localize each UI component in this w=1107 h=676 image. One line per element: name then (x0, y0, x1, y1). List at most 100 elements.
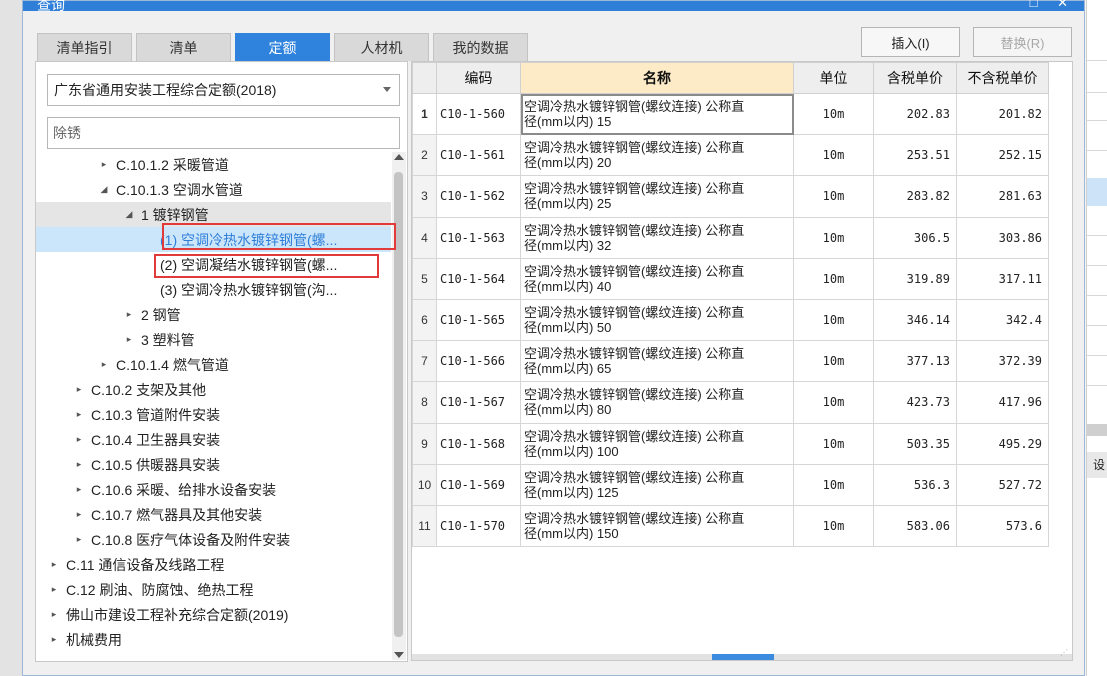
tree-item[interactable]: ▸ 佛山市建设工程补充综合定额(2019) (36, 602, 391, 627)
unit-cell[interactable]: 10m (793, 175, 874, 218)
notax-price-cell[interactable]: 417.96 (956, 381, 1049, 424)
row-index[interactable]: 10 (412, 463, 437, 506)
unit-cell[interactable]: 10m (793, 134, 874, 177)
name-cell[interactable]: 空调冷热水镀锌钢管(螺纹连接) 公称直 径(mm以内) 80 (520, 381, 794, 424)
tree-item[interactable]: ▸ C.10.7 燃气器具及其他安装 (36, 502, 391, 527)
name-cell[interactable]: 空调冷热水镀锌钢管(螺纹连接) 公称直 径(mm以内) 25 (520, 175, 794, 218)
collapse-arrow-icon[interactable]: ◢ (96, 184, 112, 195)
expand-arrow-icon[interactable]: ▸ (71, 409, 87, 420)
tax-price-cell[interactable]: 253.51 (873, 134, 957, 177)
expand-arrow-icon[interactable]: ▸ (121, 334, 137, 345)
row-index[interactable]: 5 (412, 257, 437, 300)
name-cell[interactable]: 空调冷热水镀锌钢管(螺纹连接) 公称直 径(mm以内) 40 (520, 257, 794, 300)
tax-price-cell[interactable]: 283.82 (873, 175, 957, 218)
table-row[interactable]: 4 C10-1-563 空调冷热水镀锌钢管(螺纹连接) 公称直 径(mm以内) 32 1… (412, 216, 1049, 259)
code-cell[interactable]: C10-1-560 (436, 92, 521, 136)
notax-price-cell[interactable]: 303.86 (956, 216, 1049, 259)
tree-item[interactable]: ▸ 机械费用 (36, 627, 391, 652)
expand-arrow-icon[interactable]: ▸ (71, 459, 87, 470)
tree-item[interactable]: ▸ C.12 刷油、防腐蚀、绝热工程 (36, 577, 391, 602)
tree-item[interactable]: ▸ C.10.2 支架及其他 (36, 377, 391, 402)
code-cell[interactable]: C10-1-563 (436, 216, 521, 259)
unit-cell[interactable]: 10m (793, 504, 874, 548)
table-row[interactable]: 3 C10-1-562 空调冷热水镀锌钢管(螺纹连接) 公称直 径(mm以内) 25 1… (412, 175, 1049, 218)
tax-price-cell[interactable]: 202.83 (873, 92, 957, 136)
tax-price-cell[interactable]: 319.89 (873, 257, 957, 300)
window-controls[interactable]: □ ✕ (1030, 0, 1076, 11)
unit-header[interactable]: 单位 (793, 62, 874, 94)
scroll-thumb[interactable] (394, 172, 403, 637)
unit-cell[interactable]: 10m (793, 92, 874, 136)
tree-item[interactable]: (1) 空调冷热水镀锌钢管(螺... (36, 227, 391, 252)
tax-price-cell[interactable]: 377.13 (873, 340, 957, 383)
name-cell[interactable]: 空调冷热水镀锌钢管(螺纹连接) 公称直 径(mm以内) 65 (520, 340, 794, 383)
notax-price-header[interactable]: 不含税单价 (956, 62, 1049, 94)
tax-price-cell[interactable]: 423.73 (873, 381, 957, 424)
tree-item[interactable]: ▸ C.10.1.2 采暖管道 (36, 152, 391, 177)
insert-button[interactable]: 插入(I) (861, 27, 960, 57)
code-cell[interactable]: C10-1-569 (436, 463, 521, 506)
tab-list-guide[interactable]: 清单指引 (37, 33, 132, 61)
name-cell[interactable]: 空调冷热水镀锌钢管(螺纹连接) 公称直 径(mm以内) 32 (520, 216, 794, 259)
expand-arrow-icon[interactable]: ▸ (71, 384, 87, 395)
code-header[interactable]: 编码 (436, 62, 521, 94)
horizontal-scrollbar[interactable] (412, 654, 1072, 660)
row-index[interactable]: 3 (412, 175, 437, 218)
row-index[interactable]: 8 (412, 381, 437, 424)
tax-price-cell[interactable]: 536.3 (873, 463, 957, 506)
tree-item[interactable]: ◢ 1 镀锌钢管 (36, 202, 391, 227)
row-index[interactable]: 7 (412, 340, 437, 383)
row-index[interactable]: 11 (412, 504, 437, 548)
expand-arrow-icon[interactable]: ▸ (46, 584, 62, 595)
tab-my-data[interactable]: 我的数据 (433, 33, 528, 61)
expand-arrow-icon[interactable]: ▸ (96, 159, 112, 170)
table-row[interactable]: 8 C10-1-567 空调冷热水镀锌钢管(螺纹连接) 公称直 径(mm以内) 80 1… (412, 381, 1049, 424)
unit-cell[interactable]: 10m (793, 340, 874, 383)
tax-price-cell[interactable]: 306.5 (873, 216, 957, 259)
notax-price-cell[interactable]: 201.82 (956, 92, 1049, 136)
unit-cell[interactable]: 10m (793, 257, 874, 300)
table-row[interactable]: 5 C10-1-564 空调冷热水镀锌钢管(螺纹连接) 公称直 径(mm以内) 40 1… (412, 257, 1049, 300)
name-cell[interactable]: 空调冷热水镀锌钢管(螺纹连接) 公称直 径(mm以内) 50 (520, 298, 794, 342)
unit-cell[interactable]: 10m (793, 422, 874, 465)
notax-price-cell[interactable]: 372.39 (956, 340, 1049, 383)
expand-arrow-icon[interactable]: ▸ (71, 509, 87, 520)
tree-item[interactable]: ▸ C.10.5 供暖器具安装 (36, 452, 391, 477)
table-row[interactable]: 2 C10-1-561 空调冷热水镀锌钢管(螺纹连接) 公称直 径(mm以内) 20 1… (412, 134, 1049, 177)
name-cell[interactable]: 空调冷热水镀锌钢管(螺纹连接) 公称直 径(mm以内) 100 (520, 422, 794, 465)
tax-price-header[interactable]: 含税单价 (873, 62, 957, 94)
unit-cell[interactable]: 10m (793, 463, 874, 506)
code-cell[interactable]: C10-1-566 (436, 340, 521, 383)
code-cell[interactable]: C10-1-568 (436, 422, 521, 465)
tab-bill[interactable]: 清单 (136, 33, 231, 61)
scroll-down-icon[interactable] (394, 652, 404, 658)
tax-price-cell[interactable]: 583.06 (873, 504, 957, 548)
expand-arrow-icon[interactable]: ▸ (71, 534, 87, 545)
collapse-arrow-icon[interactable]: ◢ (121, 209, 137, 220)
tree-item[interactable]: ▸ C.11 通信设备及线路工程 (36, 552, 391, 577)
name-cell[interactable]: 空调冷热水镀锌钢管(螺纹连接) 公称直 径(mm以内) 150 (520, 504, 794, 548)
splitter-handle[interactable] (712, 654, 774, 660)
tree-item[interactable]: ◢ C.10.1.3 空调水管道 (36, 177, 391, 202)
notax-price-cell[interactable]: 527.72 (956, 463, 1049, 506)
tree-item[interactable]: ▸ C.10.1.4 燃气管道 (36, 352, 391, 377)
expand-arrow-icon[interactable]: ▸ (46, 634, 62, 645)
name-cell[interactable]: 空调冷热水镀锌钢管(螺纹连接) 公称直 径(mm以内) 20 (520, 134, 794, 177)
tab-quota[interactable]: 定额 (235, 33, 330, 61)
notax-price-cell[interactable]: 573.6 (956, 504, 1049, 548)
table-row[interactable]: 9 C10-1-568 空调冷热水镀锌钢管(螺纹连接) 公称直 径(mm以内) 100… (412, 422, 1049, 465)
tree-item[interactable]: ▸ 3 塑料管 (36, 327, 391, 352)
code-cell[interactable]: C10-1-565 (436, 298, 521, 342)
unit-cell[interactable]: 10m (793, 298, 874, 342)
notax-price-cell[interactable]: 252.15 (956, 134, 1049, 177)
scroll-up-icon[interactable] (394, 154, 404, 160)
row-index[interactable]: 4 (412, 216, 437, 259)
resize-grip-icon[interactable]: ⋰ (1060, 648, 1070, 658)
table-row[interactable]: 11 C10-1-570 空调冷热水镀锌钢管(螺纹连接) 公称直 径(mm以内) 15… (412, 504, 1049, 548)
notax-price-cell[interactable]: 495.29 (956, 422, 1049, 465)
name-cell[interactable]: 空调冷热水镀锌钢管(螺纹连接) 公称直 径(mm以内) 15 (520, 92, 794, 136)
code-cell[interactable]: C10-1-562 (436, 175, 521, 218)
quota-library-select[interactable]: 广东省通用安装工程综合定额(2018) (47, 74, 400, 106)
code-cell[interactable]: C10-1-570 (436, 504, 521, 548)
unit-cell[interactable]: 10m (793, 216, 874, 259)
